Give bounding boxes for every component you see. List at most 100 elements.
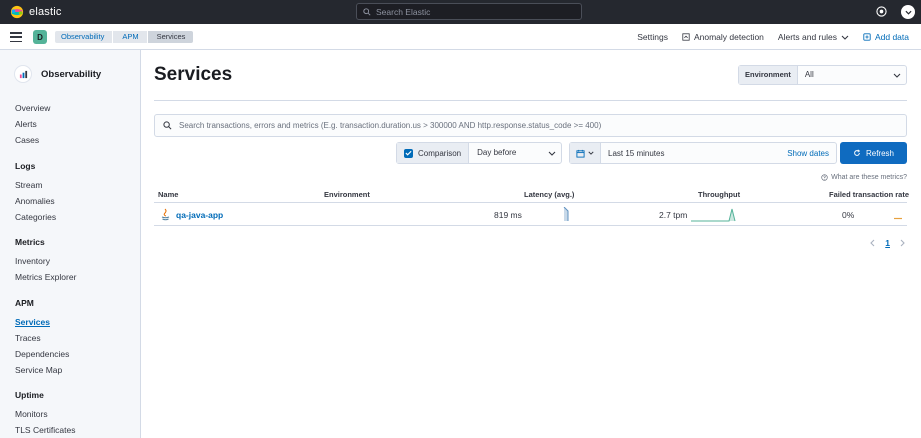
sidebar-item-stream[interactable]: Stream bbox=[15, 177, 56, 193]
search-icon bbox=[163, 121, 172, 130]
kuery-search-bar[interactable] bbox=[154, 114, 907, 137]
column-throughput[interactable]: Throughput bbox=[698, 190, 740, 199]
sidebar-group-uptime: Uptime Monitors TLS Certificates bbox=[15, 390, 75, 438]
date-range-text[interactable]: Last 15 minutes bbox=[601, 149, 787, 158]
sidebar-item-monitors[interactable]: Monitors bbox=[15, 406, 75, 422]
throughput-value: 2.7 tpm bbox=[659, 210, 688, 220]
header-links: Settings Anomaly detection Alerts and ru… bbox=[623, 31, 909, 43]
chevron-right-icon[interactable] bbox=[900, 239, 905, 247]
date-picker: Last 15 minutes Show dates bbox=[569, 142, 837, 164]
brand-name: elastic bbox=[29, 6, 62, 18]
failed-rate-value: 0% bbox=[842, 210, 855, 220]
chevron-left-icon[interactable] bbox=[870, 239, 875, 247]
side-navigation: Observability Overview Alerts Cases Logs… bbox=[0, 50, 141, 438]
chevron-down-icon bbox=[841, 35, 849, 40]
sidebar-group-general: Overview Alerts Cases bbox=[15, 100, 50, 148]
sidebar-group-metrics: Metrics Inventory Metrics Explorer bbox=[15, 237, 76, 285]
sidebar-group-apm: APM Services Traces Dependencies Service… bbox=[15, 298, 69, 378]
sidebar-heading-apm: APM bbox=[15, 298, 34, 308]
breadcrumb: Observability APM Services bbox=[55, 31, 194, 43]
column-name[interactable]: Name bbox=[158, 190, 178, 199]
pagination: 1 bbox=[870, 238, 905, 248]
breadcrumb-services: Services bbox=[147, 31, 194, 43]
anomaly-detection-link[interactable]: Anomaly detection bbox=[682, 32, 764, 42]
throughput-sparkline bbox=[691, 208, 736, 222]
checkbox-checked-icon bbox=[404, 148, 413, 158]
services-table-header: Name Environment Latency (avg.) Throughp… bbox=[154, 189, 909, 203]
latency-sparkline bbox=[563, 207, 569, 221]
chevron-down-icon bbox=[904, 10, 912, 15]
environment-label: Environment bbox=[739, 66, 798, 84]
service-name-link[interactable]: qa-java-app bbox=[176, 210, 223, 220]
add-data-icon bbox=[863, 33, 871, 41]
help-icon[interactable] bbox=[876, 6, 887, 17]
question-icon bbox=[821, 174, 828, 181]
sidebar-item-traces[interactable]: Traces bbox=[15, 330, 69, 346]
failed-rate-sparkline bbox=[894, 217, 902, 220]
app-header: D Observability APM Services Settings An… bbox=[0, 24, 921, 50]
elastic-logo-icon bbox=[10, 5, 24, 19]
add-data-link[interactable]: Add data bbox=[863, 32, 909, 42]
metrics-help-text: What are these metrics? bbox=[831, 174, 907, 181]
refresh-icon bbox=[854, 149, 861, 156]
global-search[interactable] bbox=[356, 3, 582, 20]
main-content: Services Environment All Comparison Day … bbox=[141, 50, 921, 438]
environment-select[interactable]: Environment All bbox=[738, 65, 907, 85]
sidebar-item-metrics-explorer[interactable]: Metrics Explorer bbox=[15, 269, 76, 285]
sidebar-item-service-map[interactable]: Service Map bbox=[15, 362, 69, 378]
alerts-rules-label: Alerts and rules bbox=[777, 32, 837, 42]
chevron-down-icon bbox=[543, 143, 561, 163]
metrics-help-link[interactable]: What are these metrics? bbox=[821, 174, 907, 181]
sidebar-item-overview[interactable]: Overview bbox=[15, 100, 50, 116]
comparison-checkbox[interactable]: Comparison bbox=[397, 143, 470, 163]
refresh-button[interactable]: Refresh bbox=[840, 142, 907, 164]
elastic-logo[interactable]: elastic bbox=[10, 4, 62, 20]
table-row: qa-java-app 819 ms 2.7 tpm 0% bbox=[154, 203, 907, 226]
calendar-icon bbox=[576, 149, 585, 158]
settings-link[interactable]: Settings bbox=[637, 32, 668, 42]
java-agent-icon bbox=[161, 208, 170, 221]
anomaly-detection-label: Anomaly detection bbox=[693, 32, 764, 42]
column-latency[interactable]: Latency (avg.) bbox=[524, 190, 574, 199]
search-icon bbox=[363, 7, 371, 16]
page-number[interactable]: 1 bbox=[885, 238, 890, 248]
anomaly-icon bbox=[682, 33, 690, 41]
header-divider bbox=[154, 100, 907, 101]
quick-select-button[interactable] bbox=[570, 143, 601, 163]
top-header: elastic bbox=[0, 0, 921, 24]
comparison-type-select[interactable]: Day before bbox=[469, 143, 543, 163]
kuery-search-input[interactable] bbox=[179, 121, 899, 130]
show-dates-link[interactable]: Show dates bbox=[787, 149, 836, 158]
breadcrumb-apm[interactable]: APM bbox=[113, 31, 147, 43]
alerts-rules-menu[interactable]: Alerts and rules bbox=[778, 32, 849, 42]
sidebar-heading-uptime: Uptime bbox=[15, 390, 44, 400]
refresh-label: Refresh bbox=[865, 148, 894, 158]
sidebar-group-logs: Logs Stream Anomalies Categories bbox=[15, 161, 56, 225]
space-avatar[interactable]: D bbox=[33, 30, 47, 44]
sidebar-item-tls-certificates[interactable]: TLS Certificates bbox=[15, 422, 75, 438]
comparison-control: Comparison Day before bbox=[396, 142, 562, 164]
chevron-down-icon bbox=[588, 151, 594, 155]
chevron-down-icon bbox=[888, 66, 906, 84]
column-environment[interactable]: Environment bbox=[324, 190, 370, 199]
observability-icon bbox=[15, 66, 31, 82]
sidebar-item-inventory[interactable]: Inventory bbox=[15, 253, 76, 269]
sidebar-item-dependencies[interactable]: Dependencies bbox=[15, 346, 69, 362]
comparison-label: Comparison bbox=[418, 148, 462, 158]
add-data-label: Add data bbox=[874, 32, 909, 42]
page-title: Services bbox=[154, 64, 233, 85]
column-failed-rate[interactable]: Failed transaction rate bbox=[829, 190, 909, 199]
sidebar-item-services[interactable]: Services bbox=[15, 314, 69, 330]
sidebar-item-anomalies[interactable]: Anomalies bbox=[15, 193, 56, 209]
sidebar-heading-logs: Logs bbox=[15, 161, 36, 171]
breadcrumb-observability[interactable]: Observability bbox=[55, 31, 113, 43]
sidebar-item-categories[interactable]: Categories bbox=[15, 209, 56, 225]
sidebar-item-cases[interactable]: Cases bbox=[15, 132, 50, 148]
sidebar-title: Observability bbox=[15, 66, 101, 82]
menu-toggle-icon[interactable] bbox=[10, 32, 22, 42]
sidebar-item-alerts[interactable]: Alerts bbox=[15, 116, 50, 132]
environment-value: All bbox=[804, 70, 814, 79]
global-search-input[interactable] bbox=[376, 6, 566, 17]
latency-value: 819 ms bbox=[494, 210, 522, 220]
user-avatar[interactable] bbox=[901, 5, 915, 19]
